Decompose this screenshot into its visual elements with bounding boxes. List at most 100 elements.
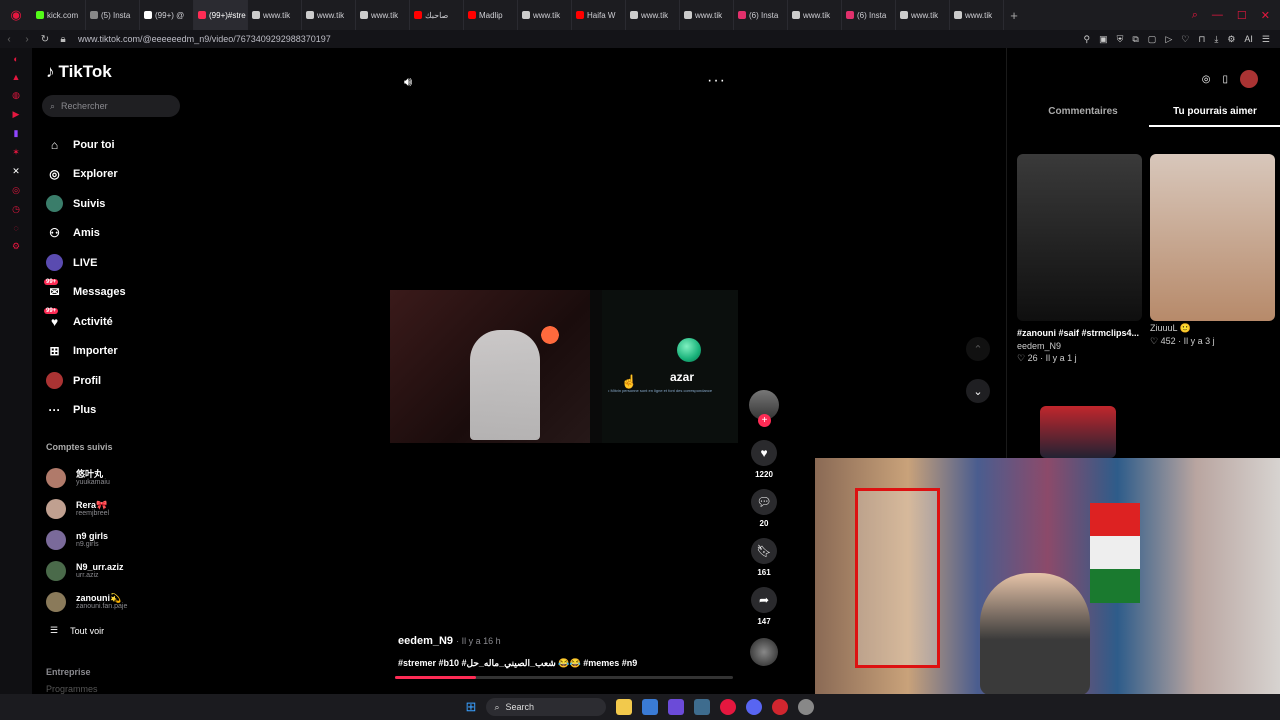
- more-options-icon[interactable]: ···: [707, 72, 726, 90]
- browser-tab[interactable]: Madlip: [464, 0, 518, 30]
- reload-icon[interactable]: ↻: [36, 34, 54, 45]
- search-tabs-icon[interactable]: ⌕: [1192, 9, 1198, 22]
- copilot-icon[interactable]: [668, 699, 685, 715]
- tab-you-may-like[interactable]: Tu pourrais aimer: [1149, 106, 1280, 127]
- browser-tab[interactable]: www.tik: [896, 0, 950, 30]
- ai-icon[interactable]: AI: [1244, 34, 1253, 45]
- nav-item[interactable]: Suivis: [46, 189, 186, 219]
- recommended-card[interactable]: #zanouni #saif #strmclips4... eedem_N9 ♡ 2…: [1017, 154, 1142, 364]
- bookmark-icon[interactable]: 🔖︎: [751, 538, 777, 564]
- minimize-icon[interactable]: —: [1212, 9, 1223, 22]
- recommended-thumbnail-partial[interactable]: [1040, 406, 1116, 458]
- browser-tab[interactable]: www.tik: [950, 0, 1004, 30]
- music-disc-icon[interactable]: [750, 638, 778, 666]
- nav-item[interactable]: Profil: [46, 366, 186, 396]
- pin-icon[interactable]: ⚲: [1083, 34, 1090, 45]
- snapshot-icon[interactable]: ▣: [1099, 34, 1108, 45]
- browser-tab[interactable]: (5) Insta: [86, 0, 140, 30]
- wallet-icon[interactable]: ⊓: [1198, 34, 1205, 45]
- search-input[interactable]: ⌕ Rechercher: [42, 95, 180, 117]
- back-icon[interactable]: ‹: [0, 34, 18, 45]
- browser-tab[interactable]: www.tik: [626, 0, 680, 30]
- browser-tab[interactable]: www.tik: [788, 0, 842, 30]
- shield-icon[interactable]: ⛨: [1117, 34, 1124, 45]
- url-field[interactable]: www.tiktok.com/@eeeeeedm_n9/video/767340…: [78, 34, 331, 44]
- sidebar-bookmarks-icon[interactable]: ◌: [13, 223, 18, 233]
- browser-tab[interactable]: (6) Insta: [734, 0, 788, 30]
- followed-account[interactable]: zanouni💫 zanouni.fan.paje: [46, 586, 186, 617]
- browser-tab[interactable]: kick.com: [32, 0, 86, 30]
- extension-icon[interactable]: ⧉: [1132, 34, 1138, 45]
- file-explorer-icon[interactable]: [616, 699, 633, 715]
- volume-icon[interactable]: 🔊︎: [404, 74, 412, 90]
- taskbar-search[interactable]: ⌕ Search: [486, 698, 607, 716]
- sidebar-player-icon[interactable]: ◎: [12, 185, 20, 196]
- sidebar-messenger-icon[interactable]: ◍: [12, 90, 20, 101]
- sidebar-twitch-icon[interactable]: ▮: [14, 128, 19, 139]
- nav-item[interactable]: ⌂ Pour toi: [46, 130, 186, 160]
- see-all-link[interactable]: ☰ Tout voir: [50, 625, 104, 636]
- opera-logo-icon[interactable]: ◉: [0, 0, 32, 30]
- browser-tab[interactable]: www.tik: [518, 0, 572, 30]
- video-thumbnail[interactable]: [1150, 154, 1275, 321]
- video-author[interactable]: eedem_N9 · Il y a 16 h: [398, 635, 501, 647]
- nav-item[interactable]: ⚇ Amis: [46, 219, 186, 249]
- browser-tab[interactable]: www.tik: [356, 0, 410, 30]
- menu-icon[interactable]: ☰: [1262, 34, 1270, 45]
- like-icon[interactable]: ♥: [751, 440, 777, 466]
- user-avatar[interactable]: [1240, 70, 1258, 88]
- nav-item[interactable]: ⊞ Importer: [46, 337, 186, 367]
- opera-taskbar-icon[interactable]: [720, 699, 737, 715]
- nav-item[interactable]: ♥ 99+ Activité: [44, 307, 186, 337]
- browser-tab[interactable]: صاحبك: [410, 0, 464, 30]
- app-taskbar-icon[interactable]: [772, 699, 789, 715]
- browser-tab[interactable]: (99+) @: [140, 0, 194, 30]
- browser-tab[interactable]: www.tik: [680, 0, 734, 30]
- video-thumbnail[interactable]: [1017, 154, 1142, 321]
- sidebar-history-icon[interactable]: ◷: [12, 204, 20, 215]
- browser-tab[interactable]: (99+)#stre: [194, 0, 248, 30]
- followed-account[interactable]: 悠叶丸 yuukamaiu: [46, 462, 186, 493]
- share-icon[interactable]: ➦: [751, 587, 777, 613]
- followed-account[interactable]: n9 girls n9.girls: [46, 524, 186, 555]
- next-video-button[interactable]: ⌄: [966, 379, 990, 403]
- browser-tab[interactable]: www.tik: [248, 0, 302, 30]
- phone-icon[interactable]: ▯: [1222, 74, 1228, 85]
- sidebar-discord-icon[interactable]: ✶: [12, 147, 20, 158]
- browser-tab[interactable]: (6) Insta: [842, 0, 896, 30]
- nav-item[interactable]: ◎ Explorer: [46, 160, 186, 190]
- footer-programs[interactable]: Programmes: [46, 684, 98, 694]
- recommended-card[interactable]: ZiuuuL 🙂 ♡ 452 · Il y a 3 j: [1150, 154, 1275, 364]
- new-tab-icon[interactable]: +: [1004, 8, 1024, 23]
- compass-icon[interactable]: ◎: [1202, 74, 1211, 85]
- sidebar-youtube-icon[interactable]: ▶: [13, 109, 20, 120]
- browser-tab[interactable]: www.tik: [302, 0, 356, 30]
- discord-taskbar-icon[interactable]: [746, 699, 763, 715]
- forward-icon[interactable]: ›: [18, 34, 36, 45]
- settings-taskbar-icon[interactable]: [798, 699, 815, 715]
- nav-item[interactable]: LIVE: [46, 248, 186, 278]
- sidebar-x-icon[interactable]: ✕: [12, 166, 20, 177]
- settings-icon[interactable]: ⚙: [1227, 34, 1235, 45]
- sidebar-opera-icon[interactable]: ◐: [13, 54, 18, 64]
- comment-icon[interactable]: 💬︎: [751, 489, 777, 515]
- windows-start-icon[interactable]: ⊞: [466, 699, 477, 715]
- store-icon[interactable]: [642, 699, 659, 715]
- sidebar-aria-icon[interactable]: ▲: [12, 72, 21, 82]
- cast-icon[interactable]: ▢: [1148, 34, 1157, 45]
- play-icon[interactable]: ▷: [1165, 34, 1172, 45]
- calculator-icon[interactable]: [694, 699, 711, 715]
- video-progress-bar[interactable]: [395, 676, 733, 679]
- maximize-icon[interactable]: ☐: [1237, 9, 1247, 22]
- heart-icon[interactable]: ♡: [1181, 34, 1189, 45]
- tiktok-logo[interactable]: ♪ TikTok: [46, 62, 112, 82]
- download-icon[interactable]: ⤓: [1214, 34, 1218, 45]
- follow-plus-icon[interactable]: +: [758, 414, 771, 427]
- footer-company[interactable]: Entreprise: [46, 667, 91, 677]
- sidebar-settings-icon[interactable]: ⚙: [12, 241, 20, 252]
- nav-item[interactable]: ··· Plus: [46, 396, 186, 426]
- browser-tab[interactable]: Haifa W: [572, 0, 626, 30]
- previous-video-button[interactable]: ⌃: [966, 337, 990, 361]
- followed-account[interactable]: N9_urr.aziz urr.aziz: [46, 555, 186, 586]
- video-player[interactable]: azar • Mitvin personne sont en ligne et …: [390, 290, 738, 443]
